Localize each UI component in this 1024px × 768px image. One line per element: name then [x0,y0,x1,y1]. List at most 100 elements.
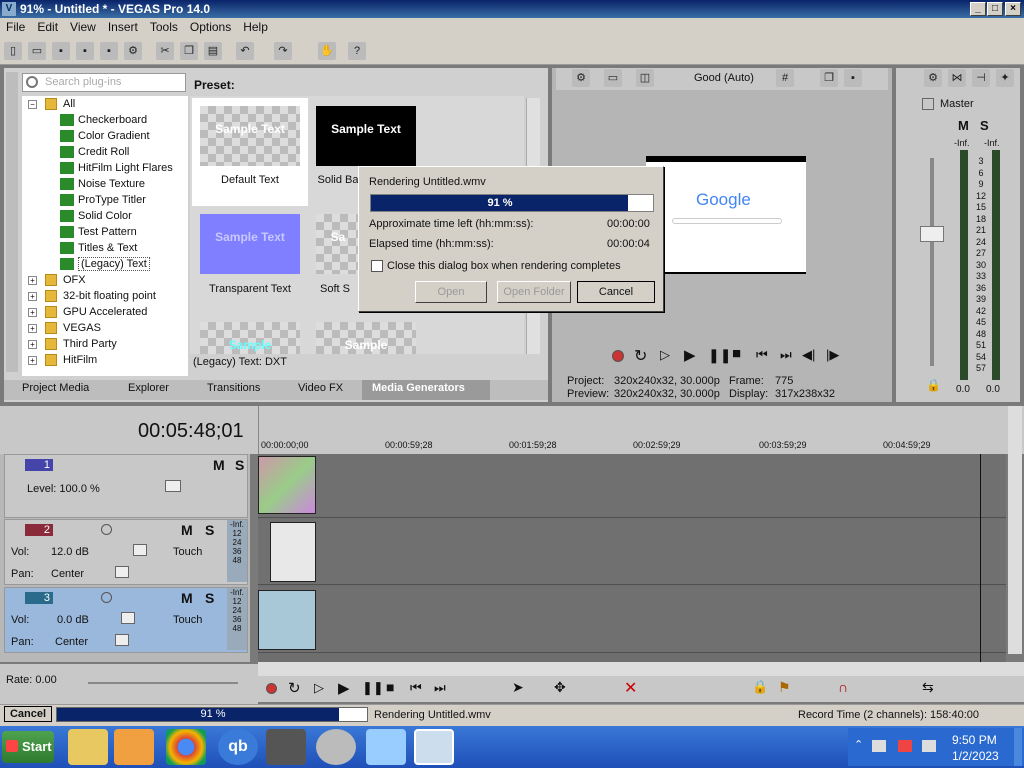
timecode-display[interactable]: 00:05:48;01 [138,420,244,443]
save-snapshot-icon[interactable]: ▪ [844,69,862,87]
normal-edit-tool-icon[interactable]: ➤ [512,679,524,696]
redo-icon[interactable]: ↷ [274,42,292,60]
collapse-icon[interactable]: − [28,99,37,109]
next-frame-icon[interactable]: |▶ [826,347,839,363]
copy-icon[interactable]: ❐ [180,42,198,60]
preview-properties-gear-icon[interactable]: ⚙ [572,69,590,87]
expand-icon[interactable]: + [28,339,37,349]
tab-media-generators[interactable]: Media Generators [362,380,490,400]
delete-icon[interactable]: ✕ [624,678,637,698]
lock-icon[interactable]: 🔒 [926,378,941,392]
audio3-mute-button[interactable]: M [181,590,193,606]
arm-record-icon[interactable] [101,592,112,603]
dialog-cancel-button[interactable]: Cancel [577,281,655,303]
video-track-header[interactable]: 1 M S Level: 100.0 % [4,454,248,518]
audio-event-clip-2[interactable] [270,522,316,582]
tree-item-third-party[interactable]: + Third Party [28,338,117,354]
status-cancel-button[interactable]: Cancel [4,706,52,722]
pause-icon[interactable]: ❚❚ [362,680,384,696]
go-to-end-icon[interactable]: ⏭ [434,680,446,696]
tree-item-titles-text[interactable]: Titles & Text [60,242,137,258]
overlays-grid-icon[interactable]: # [776,69,794,87]
clock-time[interactable]: 9:50 PM [952,733,997,747]
tree-item-noise-texture[interactable]: Noise Texture [60,178,145,194]
chrome-icon[interactable] [166,729,206,765]
play-icon[interactable]: ▶ [338,679,350,697]
open-folder-button[interactable]: Open Folder [497,281,571,303]
action-center-icon[interactable] [898,740,912,752]
menu-options[interactable]: Options [184,18,237,36]
tree-item-checkerboard[interactable]: Checkerboard [60,114,147,130]
tree-item-hitfilm-light-flares[interactable]: HitFilm Light Flares [60,162,173,178]
menu-tools[interactable]: Tools [144,18,184,36]
lock-envelopes-icon[interactable]: 🔒 [752,679,768,695]
go-to-start-icon[interactable]: ⏮ [756,347,768,363]
external-monitor-icon[interactable]: ▭ [604,69,622,87]
menu-file[interactable]: File [0,18,31,36]
audio2-solo-button[interactable]: S [205,522,214,538]
video-level-slider[interactable] [165,480,181,492]
video-solo-button[interactable]: S [235,457,244,473]
tree-item-test-pattern[interactable]: Test Pattern [60,226,137,242]
stop-icon[interactable]: ■ [732,345,741,362]
record-icon[interactable] [266,683,277,694]
search-plugins-input[interactable]: Search plug-ins [22,73,186,92]
insert-marker-icon[interactable]: ⚑ [778,679,791,696]
undo-icon[interactable]: ↶ [236,42,254,60]
tree-item-legacy-text[interactable]: (Legacy) Text [60,257,150,274]
preview-quality-select[interactable]: Good (Auto) [694,72,754,84]
master-properties-gear-icon[interactable]: ⚙ [924,69,942,87]
audio3-solo-button[interactable]: S [205,590,214,606]
tree-item-vegas[interactable]: + VEGAS [28,322,101,338]
file-explorer-icon[interactable] [68,729,108,765]
save-icon[interactable]: ▪ [52,42,70,60]
audio2-lane[interactable] [258,519,1006,585]
preset-thumb-6[interactable]: Sample [316,322,416,354]
menu-help[interactable]: Help [237,18,274,36]
tree-item-credit-roll[interactable]: Credit Roll [60,146,129,162]
play-from-start-icon[interactable]: ▷ [660,347,670,363]
expand-icon[interactable]: + [28,291,37,301]
pause-icon[interactable]: ❚❚ [708,347,731,364]
envelope-tool-icon[interactable]: ✥ [554,679,566,696]
audio-track-2-header[interactable]: 2 M S Vol: 12.0 dB Touch Pan: Center -In… [4,519,248,585]
preset-thumb-solid-background[interactable]: Sample Text [316,106,416,166]
vol-slider[interactable] [121,612,135,624]
tree-item-solid-color[interactable]: Solid Color [60,210,132,226]
open-folder-icon[interactable]: ▭ [28,42,46,60]
tree-item-protype-titler[interactable]: ProType Titler [60,194,146,210]
rate-slider[interactable] [88,682,238,684]
menu-view[interactable]: View [64,18,102,36]
maximize-button[interactable]: □ [987,2,1003,16]
timeline-canvas[interactable] [258,454,1006,662]
snapping-magnet-icon[interactable]: ∩ [838,679,848,695]
timeline-vertical-scrollbar[interactable] [1008,406,1022,654]
tab-project-media[interactable]: Project Media [22,382,89,394]
enable-snapping-icon[interactable]: ✋ [318,42,336,60]
copy-snapshot-icon[interactable]: ❐ [820,69,838,87]
split-screen-icon[interactable]: ◫ [636,69,654,87]
cut-icon[interactable]: ✂ [156,42,174,60]
master-mute-button[interactable]: M [958,118,969,133]
timeline-horizontal-scrollbar[interactable] [258,662,1024,676]
go-to-end-icon[interactable]: ⏭ [780,347,792,363]
eyes-icon[interactable] [366,729,406,765]
tree-item-all[interactable]: − All [28,98,75,114]
clock-date[interactable]: 1/2/2023 [952,749,999,763]
playhead-cursor[interactable] [980,454,981,662]
expand-icon[interactable]: + [28,275,37,285]
preset-thumb-5[interactable]: Sample [200,322,300,354]
master-fader-handle[interactable] [920,226,944,242]
expand-icon[interactable]: + [28,323,37,333]
master-fx-icon[interactable]: ✦ [996,69,1014,87]
pan-slider[interactable] [115,566,129,578]
show-hidden-icons-icon[interactable]: ⌃ [854,738,863,751]
tree-item-hitfilm[interactable]: + HitFilm [28,354,97,370]
audio-track-3-header[interactable]: 3 M S Vol: 0.0 dB Touch Pan: Center -Inf… [4,587,248,653]
menu-edit[interactable]: Edit [31,18,64,36]
record-icon[interactable] [612,350,624,362]
render-as-icon[interactable]: ▪ [100,42,118,60]
arm-record-icon[interactable] [101,524,112,535]
timeline-ruler[interactable]: 00:00:00;00 00:00:59;28 00:01:59;28 00:0… [258,406,1006,454]
new-project-icon[interactable]: ▯ [4,42,22,60]
